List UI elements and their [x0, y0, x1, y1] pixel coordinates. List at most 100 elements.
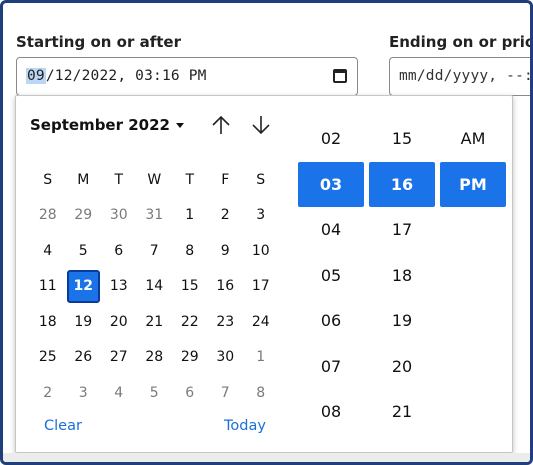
weekday-header: S	[256, 171, 266, 188]
day-cell[interactable]: 6	[172, 375, 208, 411]
day-cell[interactable]: 3	[243, 198, 279, 234]
page-background-strip	[3, 453, 530, 462]
start-datetime-input[interactable]: 09/12/2022, 03:16 PM	[16, 57, 358, 96]
minute-option[interactable]: 17	[369, 207, 435, 253]
hour-option[interactable]: 04	[298, 207, 364, 253]
calendar-grid: S M T W T F S 28 29 30 31 1 2 3 4 5 6 7 8 9 10 11 12 13 14 15 16 17…	[30, 162, 279, 411]
day-number: 26	[74, 349, 93, 366]
day-cell[interactable]: 29	[172, 340, 208, 376]
minute-option-selected[interactable]: 16	[369, 161, 435, 207]
minute-option[interactable]: 19	[369, 298, 435, 344]
day-cell[interactable]: 8	[172, 233, 208, 269]
day-cell[interactable]: 5	[137, 375, 173, 411]
day-cell[interactable]: 28	[137, 340, 173, 376]
calendar-icon[interactable]	[333, 69, 347, 83]
day-cell[interactable]: 22	[172, 304, 208, 340]
day-number: 18	[38, 313, 57, 330]
start-datetime-value: 09/12/2022, 03:16 PM	[26, 68, 207, 84]
day-number: 15	[180, 278, 199, 295]
screenshot-frame: Starting on or after Ending on or prio 0…	[0, 0, 533, 465]
day-number: 3	[78, 384, 88, 401]
end-datetime-input[interactable]: mm/dd/yyyy, --:	[389, 57, 530, 96]
day-cell[interactable]: 9	[208, 233, 244, 269]
day-number: 21	[145, 313, 164, 330]
day-number: 8	[185, 242, 195, 259]
day-cell[interactable]: 10	[243, 233, 279, 269]
day-cell[interactable]: 23	[208, 304, 244, 340]
day-cell-selected[interactable]: 12	[66, 269, 102, 305]
day-cell[interactable]: 30	[208, 340, 244, 376]
day-number: 6	[114, 242, 124, 259]
day-number: 2	[220, 207, 230, 224]
day-cell[interactable]: 2	[30, 375, 66, 411]
hour-column[interactable]: 02 03 04 05 06 07 08	[298, 116, 364, 435]
day-cell[interactable]: 29	[66, 198, 102, 234]
clear-button[interactable]: Clear	[44, 418, 82, 434]
day-cell[interactable]: 13	[101, 269, 137, 305]
hour-option[interactable]: 02	[298, 116, 364, 162]
day-cell[interactable]: 16	[208, 269, 244, 305]
day-cell[interactable]: 4	[30, 233, 66, 269]
day-number: 29	[74, 207, 93, 224]
day-cell[interactable]: 30	[101, 198, 137, 234]
day-cell[interactable]: 28	[30, 198, 66, 234]
day-cell[interactable]: 21	[137, 304, 173, 340]
day-cell[interactable]: 6	[101, 233, 137, 269]
day-cell[interactable]: 8	[243, 375, 279, 411]
day-number: 13	[109, 278, 128, 295]
hour-option[interactable]: 07	[298, 344, 364, 390]
next-month-button[interactable]	[249, 113, 273, 137]
minute-option[interactable]: 20	[369, 344, 435, 390]
weekday-header: F	[221, 171, 230, 188]
hour-option[interactable]: 08	[298, 389, 364, 435]
day-cell[interactable]: 4	[101, 375, 137, 411]
day-cell[interactable]: 14	[137, 269, 173, 305]
day-number: 5	[149, 384, 159, 401]
day-cell[interactable]: 31	[137, 198, 173, 234]
day-cell[interactable]: 7	[137, 233, 173, 269]
previous-month-button[interactable]	[209, 113, 233, 137]
day-cell[interactable]: 11	[30, 269, 66, 305]
minute-option[interactable]: 18	[369, 253, 435, 299]
day-cell[interactable]: 25	[30, 340, 66, 376]
ampm-column[interactable]: AM PM	[440, 116, 506, 207]
weekday-header: W	[147, 171, 162, 188]
day-cell[interactable]: 20	[101, 304, 137, 340]
day-number: 28	[38, 207, 57, 224]
day-cell[interactable]: 1	[243, 340, 279, 376]
day-number: 27	[109, 349, 128, 366]
day-number: 20	[109, 313, 128, 330]
day-cell[interactable]: 17	[243, 269, 279, 305]
hour-option[interactable]: 05	[298, 253, 364, 299]
start-date-label: Starting on or after	[16, 33, 181, 51]
day-cell[interactable]: 2	[208, 198, 244, 234]
minute-option[interactable]: 21	[369, 389, 435, 435]
day-number: 19	[74, 313, 93, 330]
minute-column[interactable]: 15 16 17 18 19 20 21	[369, 116, 435, 435]
month-year-dropdown[interactable]: September 2022	[30, 116, 184, 134]
day-number: 12	[66, 269, 100, 303]
day-cell[interactable]: 24	[243, 304, 279, 340]
hour-option[interactable]: 06	[298, 298, 364, 344]
month-segment[interactable]: 09	[26, 68, 46, 84]
day-cell[interactable]: 18	[30, 304, 66, 340]
day-cell[interactable]: 19	[66, 304, 102, 340]
day-number: 30	[109, 207, 128, 224]
datetime-rest: /12/2022, 03:16 PM	[45, 68, 207, 84]
day-cell[interactable]: 5	[66, 233, 102, 269]
hour-option-selected[interactable]: 03	[298, 161, 364, 207]
day-number: 3	[256, 207, 266, 224]
minute-option[interactable]: 15	[369, 116, 435, 162]
day-cell[interactable]: 1	[172, 198, 208, 234]
day-cell[interactable]: 27	[101, 340, 137, 376]
day-cell[interactable]: 3	[66, 375, 102, 411]
end-date-label: Ending on or prio	[389, 33, 533, 51]
ampm-option[interactable]: AM	[440, 116, 506, 162]
day-number: 1	[256, 349, 266, 366]
today-button[interactable]: Today	[224, 418, 266, 434]
day-cell[interactable]: 26	[66, 340, 102, 376]
day-cell[interactable]: 15	[172, 269, 208, 305]
ampm-option-selected[interactable]: PM	[440, 161, 506, 207]
day-number: 28	[145, 349, 164, 366]
day-cell[interactable]: 7	[208, 375, 244, 411]
